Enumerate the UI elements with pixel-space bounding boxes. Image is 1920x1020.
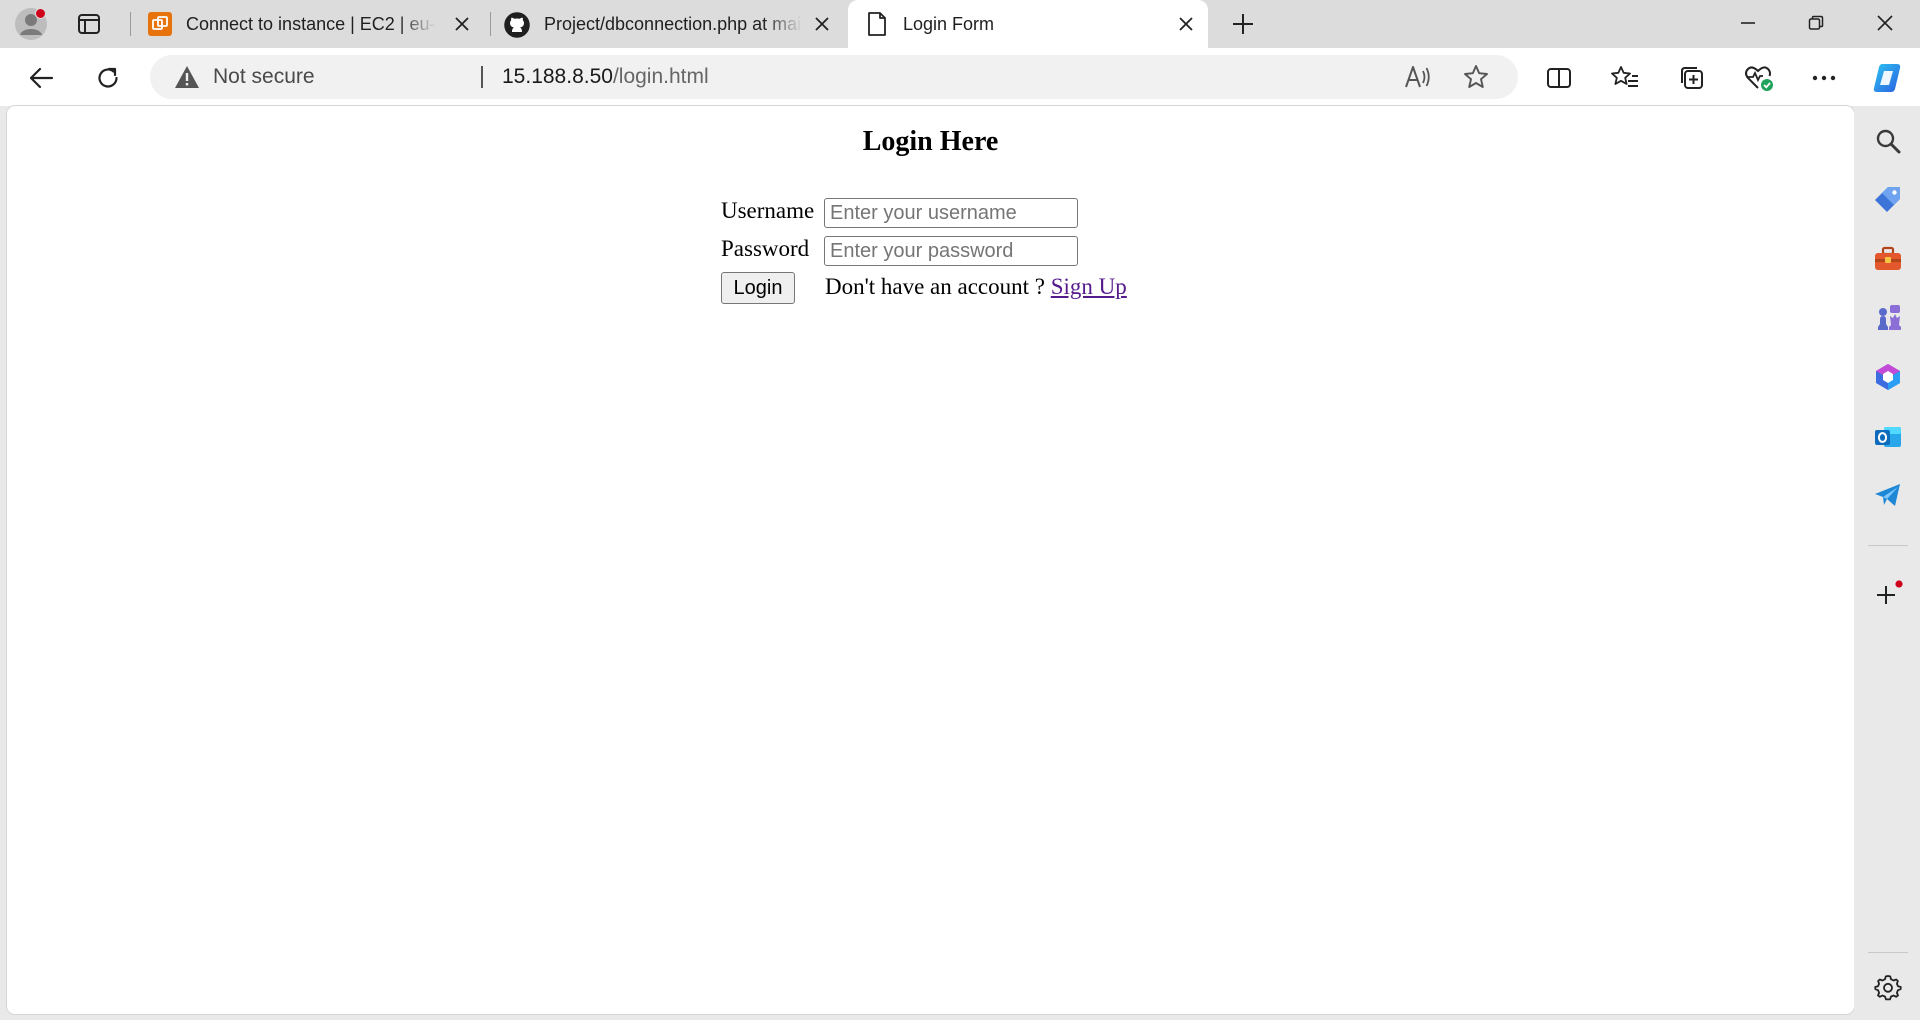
restore-button[interactable]	[1786, 0, 1846, 46]
password-input[interactable]	[824, 236, 1078, 266]
signup-link[interactable]: Sign Up	[1051, 274, 1127, 299]
page-title: Login Here	[862, 126, 999, 157]
new-tab-button[interactable]	[1228, 10, 1258, 38]
sidebar-settings-button[interactable]	[1873, 972, 1903, 1002]
collections-icon	[1681, 67, 1703, 89]
refresh-icon	[98, 67, 118, 88]
tab-strip: Connect to instance | EC2 | eu-west-3 Pr…	[0, 0, 1920, 48]
url-text[interactable]: 15.188.8.50/login.html	[502, 55, 709, 99]
favorites-list-icon	[1611, 66, 1638, 87]
password-label: Password	[721, 236, 810, 261]
minimize-button[interactable]	[1718, 0, 1778, 46]
tab-title: Project/dbconnection.php at main	[544, 13, 802, 34]
read-aloud-icon	[1405, 66, 1430, 88]
sidebar-separator	[1868, 545, 1908, 546]
warning-icon[interactable]	[174, 65, 200, 89]
star-icon	[1464, 65, 1488, 88]
signup-row: Don't have an account ? Sign Up	[825, 274, 1127, 300]
more-horizontal-icon	[1812, 75, 1836, 81]
tab-ec2-connect[interactable]: Connect to instance | EC2 | eu-west-3	[132, 0, 482, 48]
split-screen-icon	[1547, 68, 1571, 88]
username-input[interactable]	[824, 198, 1078, 228]
signup-prompt: Don't have an account ?	[825, 274, 1045, 299]
close-tab-button[interactable]	[812, 14, 832, 34]
tab-github-dbconnection[interactable]: Project/dbconnection.php at main	[492, 0, 842, 48]
copilot-icon	[1873, 64, 1901, 92]
back-button[interactable]	[23, 60, 59, 96]
edge-sidebar	[1854, 106, 1920, 1020]
browser-essentials-button[interactable]	[1741, 60, 1777, 96]
restore-icon	[1808, 15, 1824, 30]
add-sidebar-app-button[interactable]	[1873, 580, 1903, 610]
outlook-icon[interactable]	[1873, 422, 1903, 452]
shopping-tag-icon[interactable]	[1873, 184, 1903, 214]
sidebar-separator	[1868, 952, 1908, 953]
minimize-icon	[1741, 22, 1755, 24]
refresh-button[interactable]	[90, 60, 126, 96]
heart-pulse-icon	[1745, 66, 1773, 91]
username-label: Username	[721, 198, 815, 223]
plus-icon	[1233, 14, 1253, 34]
profile-avatar[interactable]	[14, 7, 48, 41]
games-icon[interactable]	[1873, 302, 1903, 332]
page-viewport: Login Here Username Password Login Don't…	[7, 106, 1854, 1014]
tab-separator	[490, 12, 491, 36]
close-icon	[815, 17, 829, 31]
close-icon	[455, 17, 469, 31]
close-tab-button[interactable]	[452, 14, 472, 34]
tab-actions-icon	[78, 14, 100, 34]
split-screen-button[interactable]	[1541, 60, 1577, 96]
telegram-icon[interactable]	[1873, 480, 1903, 510]
settings-more-button[interactable]	[1806, 60, 1842, 96]
microsoft-365-icon[interactable]	[1873, 362, 1903, 392]
close-icon	[1179, 17, 1193, 31]
tab-actions-button[interactable]	[74, 10, 104, 38]
tools-icon[interactable]	[1873, 244, 1903, 274]
security-status[interactable]: Not secure	[213, 55, 315, 99]
url-path: /login.html	[612, 65, 709, 88]
tab-login-form[interactable]: Login Form	[848, 0, 1208, 48]
url-host: 15.188.8.50	[502, 65, 613, 88]
page-icon	[866, 12, 888, 36]
address-divider	[481, 66, 483, 88]
search-icon[interactable]	[1873, 126, 1903, 156]
browser-toolbar: Not secure 15.188.8.50/login.html	[0, 48, 1920, 106]
close-tab-button[interactable]	[1176, 14, 1196, 34]
close-icon	[1877, 15, 1893, 31]
tab-separator	[130, 12, 131, 36]
github-icon	[504, 12, 530, 38]
tab-title: Login Form	[903, 13, 995, 34]
back-arrow-icon	[29, 67, 54, 89]
tab-title: Connect to instance | EC2 | eu-west-3	[186, 13, 436, 34]
aws-console-icon	[148, 12, 172, 36]
profile-notification-dot	[35, 8, 46, 19]
add-favorite-button[interactable]	[1463, 64, 1489, 90]
login-button[interactable]: Login	[721, 272, 795, 304]
copilot-button[interactable]	[1868, 58, 1908, 98]
collections-button[interactable]	[1674, 60, 1710, 96]
gear-icon	[1874, 975, 1902, 1001]
address-bar[interactable]: Not secure 15.188.8.50/login.html	[150, 55, 1518, 99]
plus-icon	[1877, 580, 1903, 604]
read-aloud-button[interactable]	[1404, 65, 1432, 89]
close-window-button[interactable]	[1855, 0, 1915, 46]
favorites-button[interactable]	[1607, 60, 1643, 96]
